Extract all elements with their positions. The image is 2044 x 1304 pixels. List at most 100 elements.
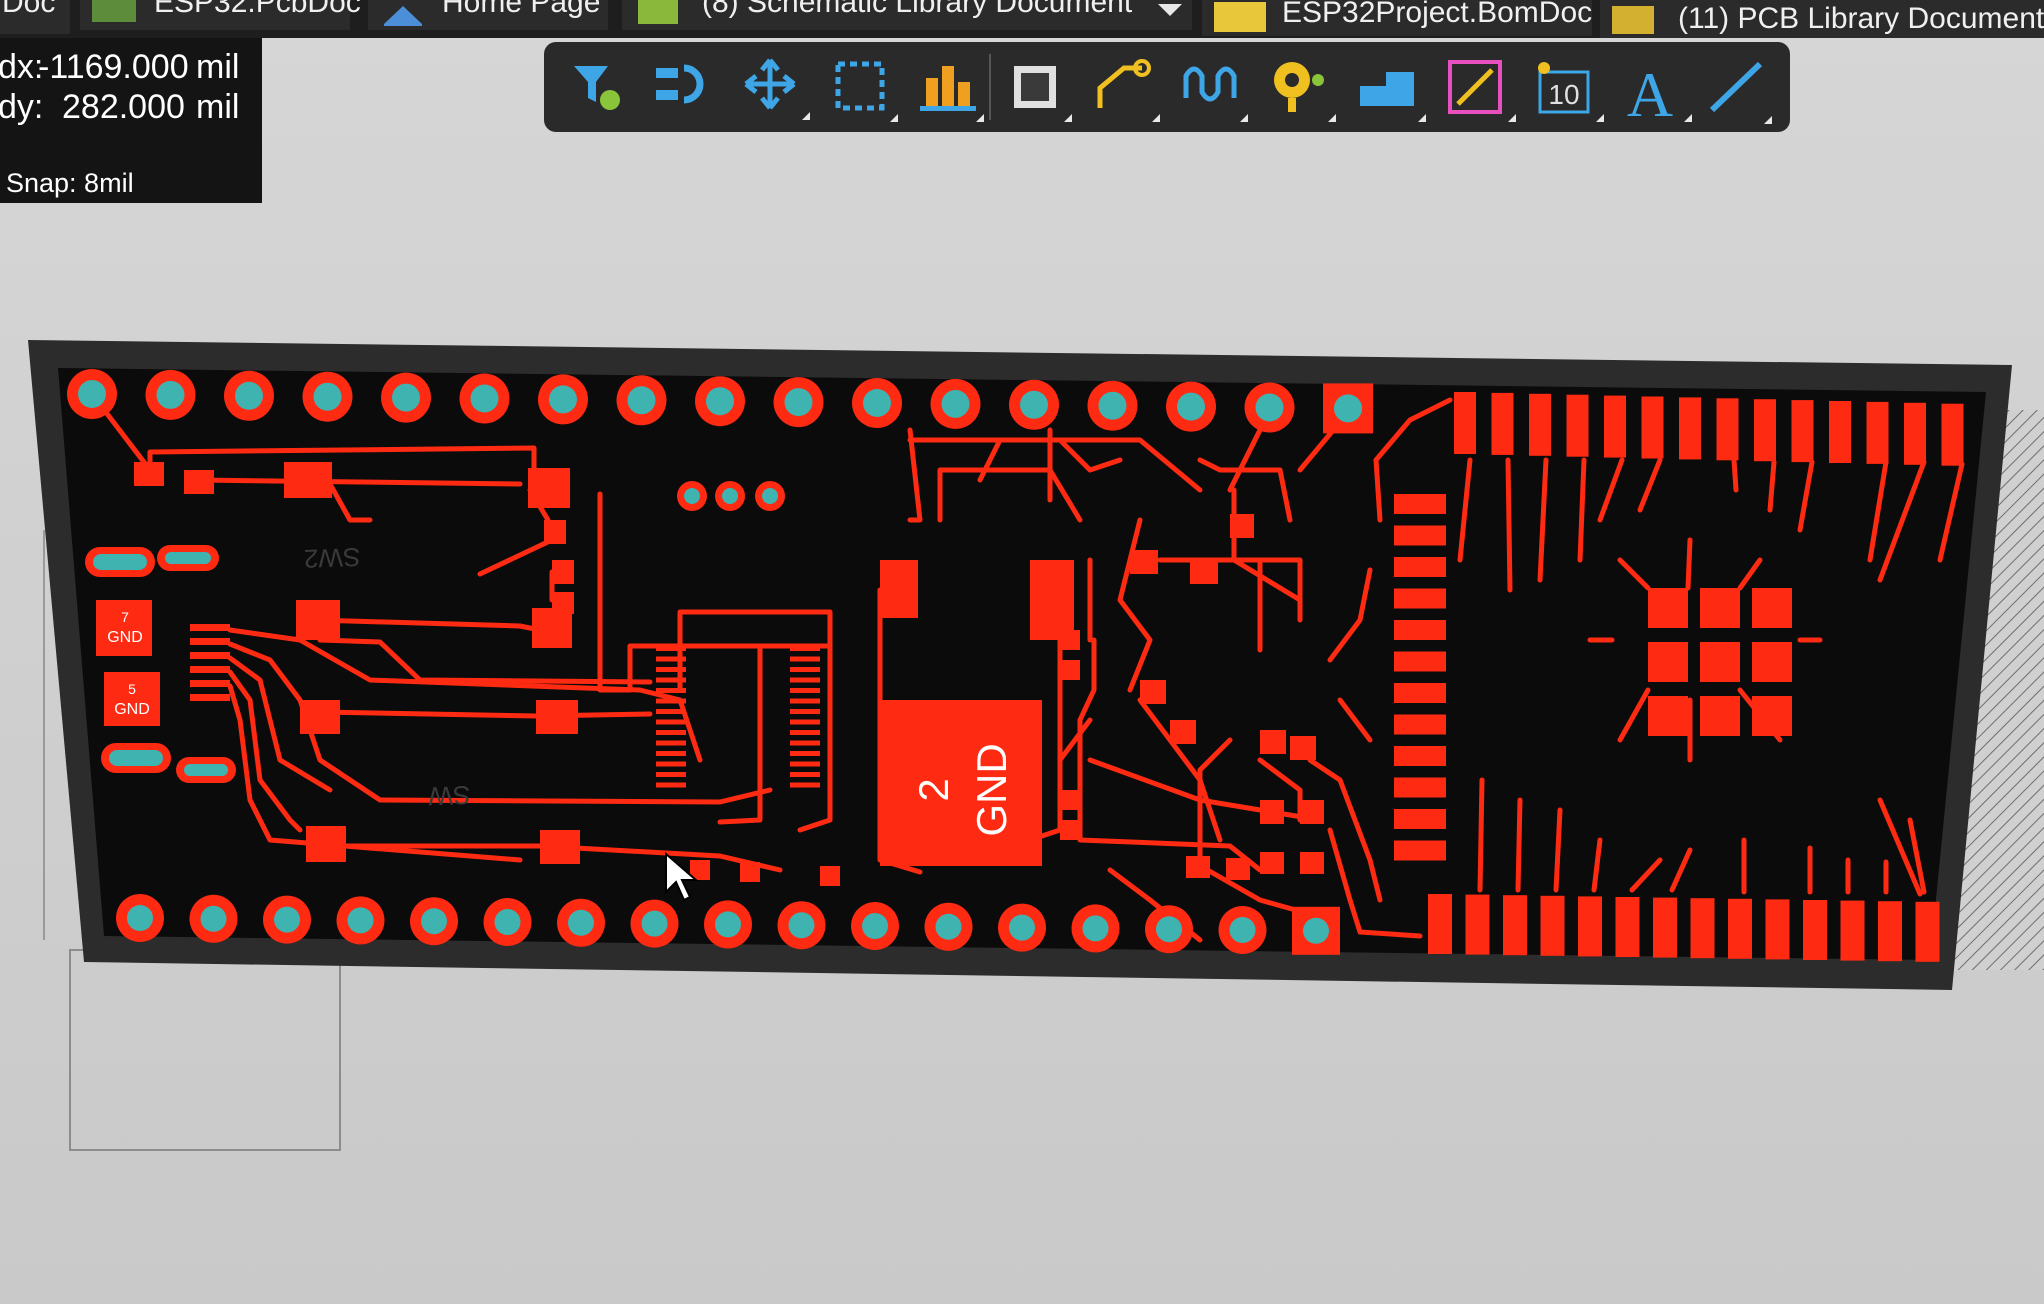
tab-bomdoc-label: ESP32Project.BomDoc: [1282, 0, 1592, 29]
dx-label: dx:: [0, 48, 43, 86]
gnd-pad-net: GND: [968, 743, 1015, 836]
ic-pin: [656, 719, 686, 725]
tab-home-page[interactable]: Home Page: [368, 0, 608, 30]
tab-pcb-library[interactable]: (11) PCB Library Document: [1600, 0, 2044, 38]
smd-pad: [134, 462, 164, 486]
smd-pad: [1190, 560, 1218, 584]
usb-finger: [190, 694, 230, 701]
thermal-pad: [1752, 642, 1792, 682]
tab-bomdoc[interactable]: ESP32Project.BomDoc: [1202, 0, 1592, 36]
usb-finger: [190, 638, 230, 645]
ic-pin: [790, 730, 820, 735]
module-pad-bottom: [1540, 895, 1565, 956]
pcb-library-icon: [1612, 6, 1654, 34]
trace: [1731, 457, 1739, 493]
gnd-pad[interactable]: 2 GND: [880, 700, 1042, 866]
tab-doc-label: Doc: [2, 0, 55, 19]
ic-pin: [656, 667, 686, 672]
smd-pad: [1186, 856, 1210, 878]
smd-pad: [1260, 730, 1286, 754]
pin-hole: [706, 387, 734, 416]
smd-pad: [740, 862, 760, 882]
smd-pad: [1170, 720, 1196, 744]
module-pad-bottom: [1578, 896, 1602, 957]
pcb-editor-view: Doc ESP32.PcbDoc Home Page (8) Schematic…: [0, 0, 2044, 1304]
via-hole: [722, 488, 738, 504]
small-pad-5-number: 5: [128, 681, 136, 697]
gnd-pad-number: 2: [910, 778, 957, 801]
pin-hole: [627, 386, 656, 415]
tab-esp32-pcbdoc[interactable]: ESP32.PcbDoc: [80, 0, 361, 30]
trace: [1685, 537, 1693, 591]
ic-pin: [790, 740, 820, 746]
smd-pad: [1300, 800, 1324, 824]
module-pad-side: [1394, 651, 1446, 672]
module-pad-top: [1829, 401, 1851, 463]
module-pad-side: [1394, 746, 1446, 766]
module-pad-top: [1866, 401, 1889, 464]
module-pad-bottom: [1728, 898, 1752, 959]
ic-pin: [656, 709, 686, 714]
module-pad-top: [1904, 402, 1926, 465]
smd-pad: [1060, 790, 1082, 810]
module-pad-side: [1394, 588, 1446, 609]
module-pad-side: [1394, 809, 1446, 829]
module-pad-side: [1394, 494, 1446, 514]
module-pad-bottom: [1690, 898, 1715, 959]
via-hole: [684, 488, 700, 504]
thermal-pad: [1648, 642, 1688, 682]
trace: [1477, 777, 1485, 893]
smd-pad: [544, 520, 566, 544]
smd-pad: [184, 470, 214, 494]
ic-pin: [790, 656, 820, 662]
trace: [1505, 457, 1513, 593]
smd-pad: [880, 560, 918, 618]
smd-pad: [1060, 820, 1082, 840]
module-pad-side: [1394, 777, 1446, 798]
smd-pad: [552, 592, 574, 614]
module-pad-side: [1394, 525, 1446, 546]
usb-oval-hole: [184, 764, 228, 776]
pin-hole: [549, 385, 577, 414]
ic-pin: [790, 709, 820, 714]
pin-hole: [392, 383, 420, 412]
thermal-pad: [1752, 588, 1792, 628]
thermal-pad: [1700, 696, 1740, 736]
small-pad-5-net: GND: [114, 701, 150, 718]
ic-pin: [656, 782, 686, 788]
pin-hole: [862, 913, 888, 939]
thermal-pad: [1700, 642, 1740, 682]
module-pad-top: [1716, 398, 1739, 461]
via-hole: [762, 488, 778, 504]
smd-pad: [1290, 736, 1316, 760]
ic-pin: [656, 646, 686, 651]
smd-pad: [1030, 560, 1074, 640]
module-pad-top: [1491, 392, 1514, 455]
usb-finger: [190, 624, 230, 631]
smd-pad: [536, 700, 578, 734]
tab-doc[interactable]: Doc: [0, 0, 70, 34]
pin-hole: [421, 908, 447, 935]
smd-pad: [1060, 630, 1080, 650]
usb-oval-hole: [165, 552, 211, 564]
tab-schematic-library[interactable]: (8) Schematic Library Document: [622, 0, 1192, 30]
module-pad-side: [1394, 557, 1446, 577]
pin-hole: [347, 907, 374, 934]
pin-hole: [863, 389, 891, 417]
ic-pin: [790, 761, 820, 767]
module-pad-top: [1941, 403, 1964, 466]
small-pad-7[interactable]: 7 GND: [96, 600, 152, 656]
smd-pad: [1226, 858, 1250, 880]
module-pad-top: [1791, 400, 1814, 463]
small-pad-5[interactable]: 5 GND: [104, 672, 160, 726]
pin-hole: [1229, 917, 1256, 943]
thermal-pad: [1752, 696, 1792, 736]
ic-pin: [790, 698, 820, 704]
smd-pad: [528, 468, 570, 508]
module-pad-bottom: [1465, 894, 1490, 955]
heads-up-display: dx: -1169.000 mil dy: 282.000 mil Snap: …: [0, 38, 262, 203]
small-pad-7-net: GND: [107, 629, 143, 646]
pin-hole: [200, 905, 227, 932]
pin-hole: [127, 905, 153, 931]
module-pad-bottom: [1765, 899, 1790, 960]
